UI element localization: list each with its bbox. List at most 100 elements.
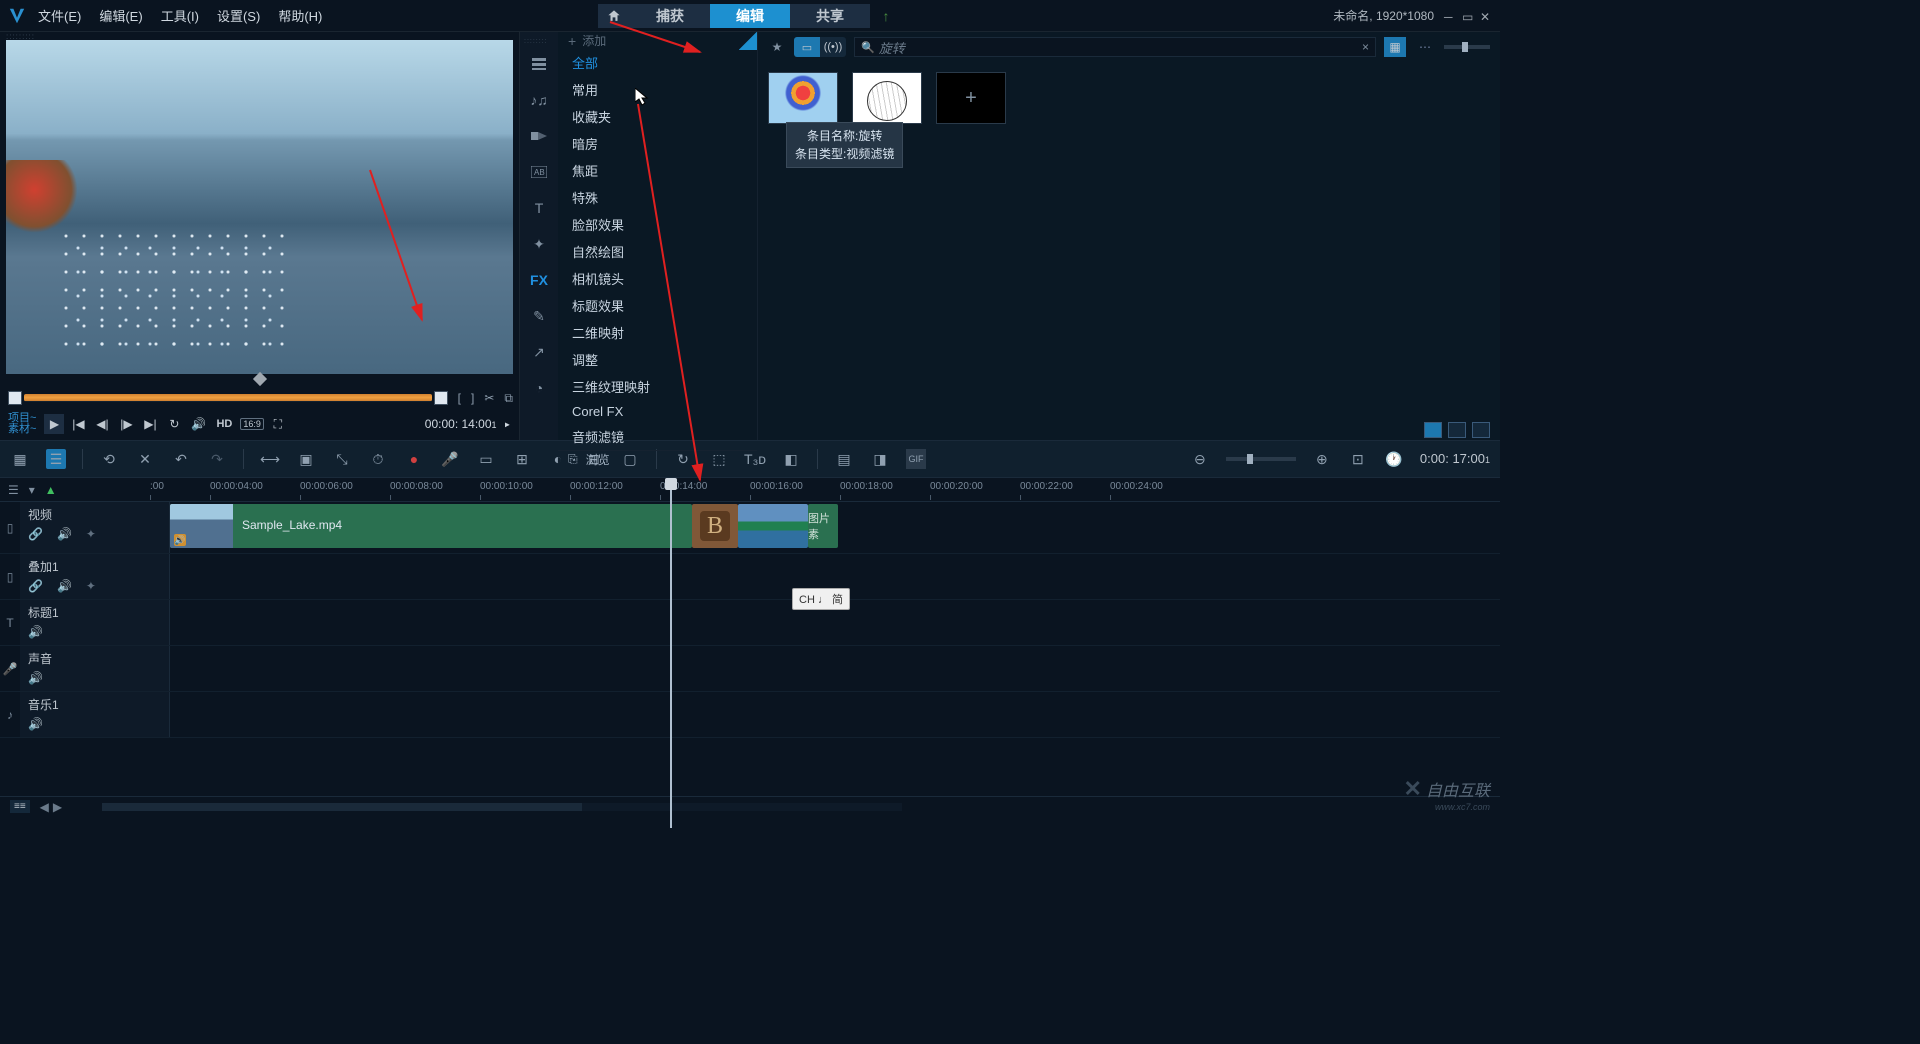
menu-help[interactable]: 帮助(H) [278, 6, 322, 25]
snapshot-icon[interactable]: ⧉ [504, 391, 513, 406]
category-item[interactable]: 暗房 [558, 130, 757, 157]
menu-file[interactable]: 文件(E) [38, 6, 81, 25]
play-button[interactable]: ▶ [44, 414, 64, 434]
menu-settings[interactable]: 设置(S) [217, 6, 260, 25]
panel-btn-3[interactable] [1472, 422, 1490, 438]
thumbnail-view-icon[interactable]: ▦ [1384, 37, 1406, 57]
category-item[interactable]: 二维映射 [558, 319, 757, 346]
title-t-icon[interactable]: T [523, 192, 555, 224]
minimize-icon[interactable]: ─ [1444, 10, 1456, 22]
tab-upload-icon[interactable]: ↑ [870, 4, 902, 28]
tool-gif-icon[interactable]: GIF [906, 449, 926, 469]
tool-fx2-icon[interactable]: ◨ [870, 449, 890, 469]
add-effect-thumb[interactable]: + [936, 72, 1006, 124]
tool-color-icon[interactable]: ◧ [781, 449, 801, 469]
nav-right-icon[interactable]: ▶ [53, 800, 62, 814]
track-lock-icon[interactable]: ✦ [86, 527, 96, 541]
nav-left-icon[interactable]: ◀ [40, 800, 49, 814]
playhead[interactable] [670, 478, 672, 828]
panel-grip-icon[interactable]: :::::::: [520, 38, 548, 46]
track-link-icon[interactable]: 🔗 [28, 527, 43, 541]
go-end-icon[interactable]: ▶| [140, 414, 160, 434]
category-item[interactable]: 特殊 [558, 184, 757, 211]
fullscreen-icon[interactable]: ⛶ [268, 414, 288, 434]
fx-icon[interactable]: FX [523, 264, 555, 296]
loop-icon[interactable]: ↻ [164, 414, 184, 434]
speed-icon[interactable]: ◔ [523, 372, 555, 404]
fit-icon[interactable]: ⊡ [1348, 449, 1368, 469]
track-link-icon[interactable]: 🔗 [28, 579, 43, 593]
category-item[interactable]: 脸部效果 [558, 211, 757, 238]
category-item[interactable]: 收藏夹 [558, 103, 757, 130]
search-input[interactable]: 🔍 旋转 × [854, 37, 1376, 57]
timeline-scrollbar[interactable] [102, 803, 902, 811]
status-tag[interactable]: ≡≡ [10, 800, 30, 813]
tab-home[interactable] [598, 4, 630, 28]
track-lane[interactable] [170, 646, 1500, 691]
tool-resize-icon[interactable]: ⤡ [332, 449, 352, 469]
transition-clip[interactable]: B [692, 504, 738, 548]
track-mute-icon[interactable]: 🔊 [28, 717, 43, 731]
track-lock-icon[interactable]: ✦ [86, 579, 96, 593]
category-item[interactable]: 音频滤镜 [558, 423, 757, 450]
tool-speed-icon[interactable]: ⏱ [368, 449, 388, 469]
filter-video-icon[interactable]: ▭ [794, 37, 820, 57]
category-item[interactable]: 常用 [558, 76, 757, 103]
motion-icon[interactable]: ↗ [523, 336, 555, 368]
tool-crop-icon[interactable]: ▣ [296, 449, 316, 469]
panel-btn-1[interactable] [1424, 422, 1442, 438]
image-clip[interactable] [738, 504, 808, 548]
add-category-button[interactable]: +添加 [558, 32, 757, 49]
zoom-out-icon[interactable]: ⊖ [1190, 449, 1210, 469]
media-icon[interactable] [523, 48, 555, 80]
tool-subtitle-icon[interactable]: ▭ [476, 449, 496, 469]
effect-thumb[interactable] [852, 72, 922, 124]
timeline-view-icon[interactable]: ☰ [46, 449, 66, 469]
preview-video[interactable] [6, 40, 513, 374]
storyboard-view-icon[interactable]: ▦ [10, 449, 30, 469]
overlay-icon[interactable]: ✦ [523, 228, 555, 260]
view-options-icon[interactable]: ⋯ [1414, 37, 1436, 57]
menu-edit[interactable]: 编辑(E) [99, 6, 142, 25]
volume-icon[interactable]: 🔊 [188, 414, 208, 434]
category-item[interactable]: 焦距 [558, 157, 757, 184]
aspect-indicator[interactable]: 16:9 [240, 418, 264, 430]
menu-tools[interactable]: 工具(I) [161, 6, 199, 25]
track-lane[interactable]: 🔊 Sample_Lake.mp4 B 图片素 [170, 502, 1500, 553]
category-item[interactable]: 自然绘图 [558, 238, 757, 265]
prev-frame-icon[interactable]: ◀| [92, 414, 112, 434]
zoom-slider[interactable] [1226, 457, 1296, 461]
tab-capture[interactable]: 捕获 [630, 4, 710, 28]
track-mute-icon[interactable]: 🔊 [57, 579, 72, 593]
tool-trim-icon[interactable]: ⟷ [260, 449, 280, 469]
clock-icon[interactable]: 🕐 [1384, 449, 1404, 469]
track-mute-icon[interactable]: 🔊 [28, 625, 43, 639]
track-toggle-icon[interactable]: ▾ [29, 483, 35, 497]
zoom-in-icon[interactable]: ⊕ [1312, 449, 1332, 469]
effect-thumb[interactable]: 旋 条目名称:旋转 条目类型:视频滤镜 [768, 72, 838, 142]
audio-icon[interactable]: ♪♫ [523, 84, 555, 116]
category-item[interactable]: 标题效果 [558, 292, 757, 319]
track-mute-icon[interactable]: 🔊 [57, 527, 72, 541]
clear-search-icon[interactable]: × [1362, 40, 1369, 54]
tool-multi-icon[interactable]: ⊞ [512, 449, 532, 469]
go-start-icon[interactable]: |◀ [68, 414, 88, 434]
panel-btn-2[interactable] [1448, 422, 1466, 438]
preview-marker-bar[interactable] [6, 374, 513, 388]
tab-share[interactable]: 共享 [790, 4, 870, 28]
toolbar-timecode[interactable]: 0:00: 17:001 [1420, 451, 1490, 467]
scrub-in-handle[interactable] [8, 391, 22, 405]
category-item[interactable]: Corel FX [558, 400, 757, 423]
mark-in-icon[interactable]: [ [458, 391, 461, 406]
favorite-icon[interactable]: ★ [768, 38, 786, 56]
tool-mic-icon[interactable]: 🎤 [440, 449, 460, 469]
split-icon[interactable]: ✂ [484, 391, 494, 406]
image-clip-label[interactable]: 图片素 [808, 504, 838, 548]
category-item[interactable]: 全部 [558, 49, 757, 76]
filter-audio-icon[interactable]: ((•)) [820, 37, 846, 57]
track-add-icon[interactable]: ▲ [45, 483, 57, 497]
mark-out-icon[interactable]: ] [471, 391, 474, 406]
panel-grip-icon[interactable]: ::::::::: [0, 32, 519, 40]
track-lane[interactable] [170, 692, 1500, 737]
video-clip[interactable]: 🔊 Sample_Lake.mp4 [170, 504, 692, 548]
